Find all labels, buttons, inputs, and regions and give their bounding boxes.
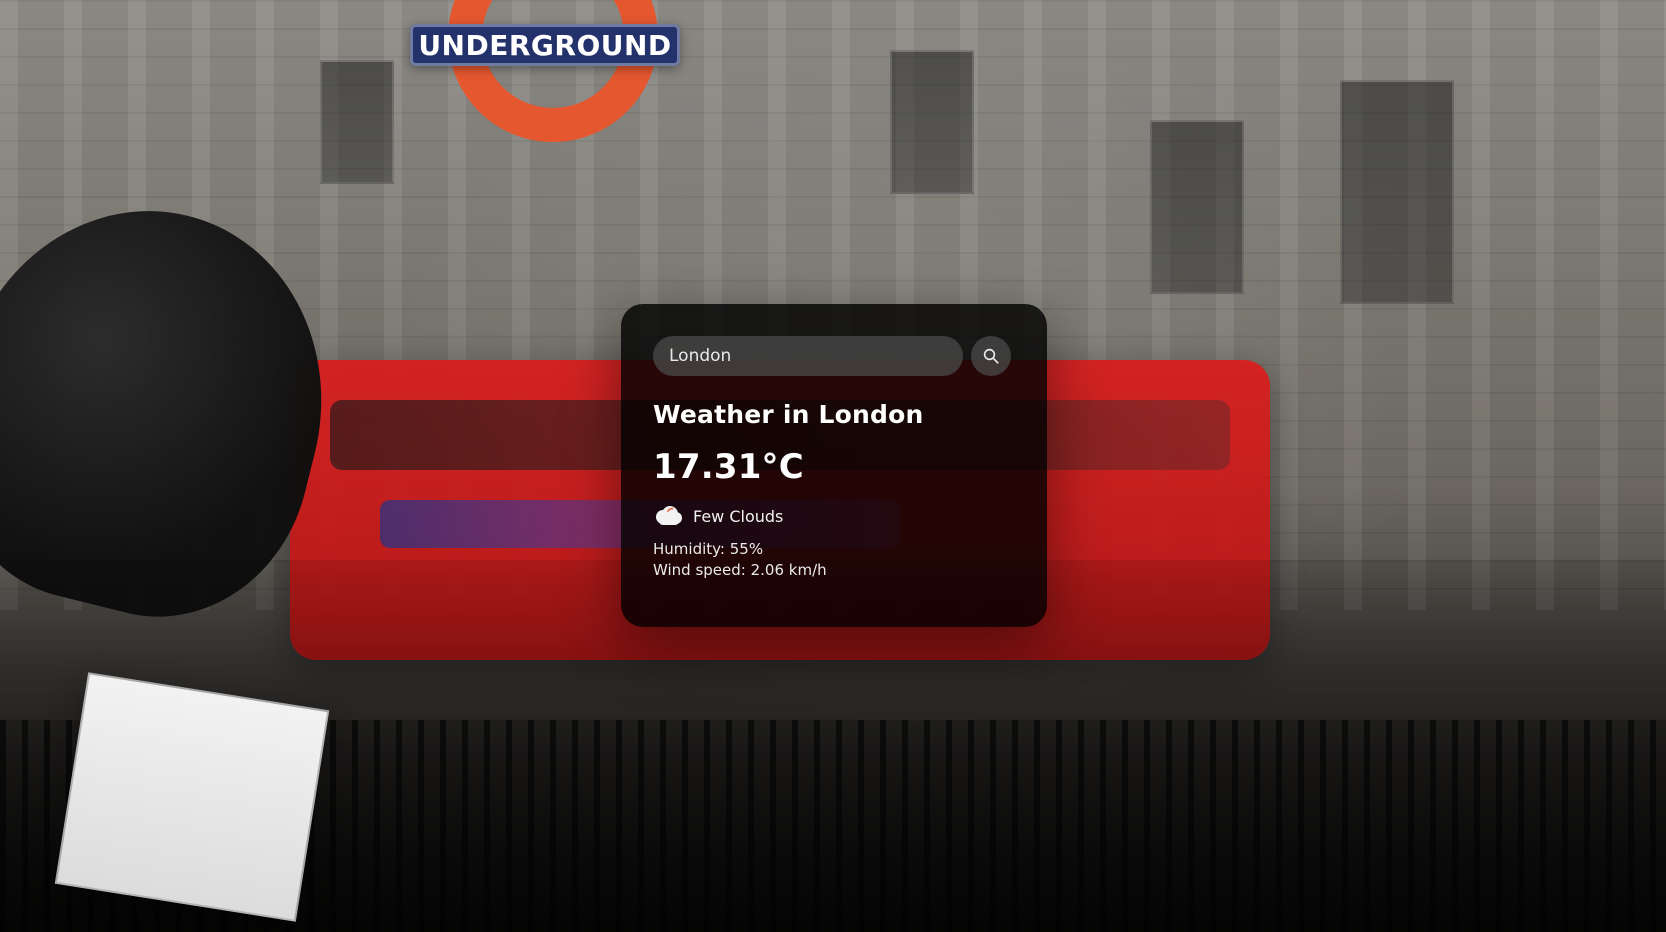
- wind-speed: Wind speed: 2.06 km/h: [653, 561, 827, 579]
- weather-title: Weather in London: [653, 400, 924, 429]
- weather-description-row: Few Clouds: [653, 505, 1015, 527]
- weather-metadata: Humidity: 55% Wind speed: 2.06 km/h: [653, 539, 1015, 581]
- search-icon: [982, 347, 1000, 365]
- cloud-icon: [653, 505, 683, 527]
- search-row: [653, 336, 1015, 376]
- building-window: [320, 60, 394, 184]
- temperature: 17.31°C: [653, 447, 804, 487]
- weather-description: Few Clouds: [693, 506, 784, 526]
- newspaper-stack: [54, 672, 330, 922]
- building-window: [1340, 80, 1454, 304]
- search-input[interactable]: [653, 336, 963, 376]
- weather-card: Weather in London 17.31°C Few Clouds Hum…: [621, 304, 1047, 627]
- humidity: Humidity: 55%: [653, 540, 764, 558]
- search-button[interactable]: [971, 336, 1011, 376]
- building-window: [890, 50, 974, 194]
- building-window: [1150, 120, 1244, 294]
